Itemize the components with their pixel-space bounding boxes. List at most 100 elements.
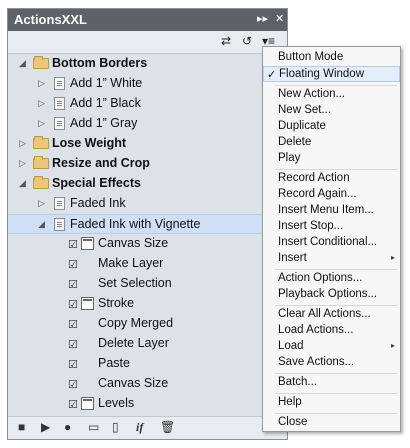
- collapse-icon[interactable]: ▸▸: [257, 12, 268, 25]
- menu-item-label: Floating Window: [279, 68, 365, 80]
- step-label: Canvas Size: [98, 376, 169, 390]
- step-row[interactable]: ☑ Stroke: [8, 294, 287, 314]
- menu-item-load-actions[interactable]: Load Actions...: [263, 323, 400, 339]
- panel-titlebar[interactable]: ActionsXXL ▸▸ ✕: [8, 9, 287, 31]
- expand-triangle-icon[interactable]: ◢: [19, 58, 26, 69]
- menu-item-label: Record Again...: [278, 188, 357, 200]
- reset-icon[interactable]: ↺: [242, 34, 252, 48]
- panel-bottombar: ■ ▶ ● ▭ ▯ if 🗑: [8, 416, 287, 439]
- step-row[interactable]: ☑ Canvas Size: [8, 374, 287, 394]
- action-row[interactable]: ▷ Faded Ink: [8, 194, 287, 214]
- step-row[interactable]: ☑ Make Layer: [8, 254, 287, 274]
- step-row[interactable]: ☑ Paste: [8, 354, 287, 374]
- set-row-bottom-borders[interactable]: ◢ Bottom Borders: [8, 54, 287, 74]
- set-label: Resize and Crop: [52, 156, 150, 170]
- menu-item-label: Save Actions...: [278, 356, 355, 368]
- menu-item-close[interactable]: Close: [263, 415, 400, 431]
- menu-item-duplicate[interactable]: Duplicate: [263, 119, 400, 135]
- menu-item-label: Insert Conditional...: [278, 236, 378, 248]
- submenu-arrow-icon: ▸: [390, 341, 395, 350]
- action-row[interactable]: ▷ Add 1” White: [8, 74, 287, 94]
- action-row-selected[interactable]: ◢ Faded Ink with Vignette: [8, 214, 287, 234]
- menu-item-save-actions[interactable]: Save Actions...: [263, 355, 400, 371]
- menu-item-batch[interactable]: Batch...: [263, 375, 400, 391]
- menu-item-insert-conditional[interactable]: Insert Conditional...: [263, 235, 400, 251]
- step-row[interactable]: ☑ Copy Merged: [8, 314, 287, 334]
- check-icon[interactable]: ☑: [68, 338, 78, 351]
- action-icon: [54, 197, 65, 210]
- trash-icon[interactable]: 🗑: [160, 420, 175, 434]
- new-set-icon[interactable]: ▭: [88, 420, 99, 434]
- step-label: Make Layer: [98, 256, 164, 270]
- set-row-lose-weight[interactable]: ▷ Lose Weight: [8, 134, 287, 154]
- menu-item-playback-options[interactable]: Playback Options...: [263, 287, 400, 303]
- menu-item-button-mode[interactable]: Button Mode: [263, 50, 400, 66]
- toggle-dialog-icon[interactable]: ⇄: [221, 34, 231, 48]
- step-row[interactable]: ☑ Set Selection: [8, 274, 287, 294]
- check-icon[interactable]: ☑: [68, 398, 78, 411]
- action-icon: [54, 77, 65, 90]
- menu-item-load[interactable]: Load ▸: [263, 339, 400, 355]
- menu-item-label: Play: [278, 152, 301, 164]
- menu-item-record-action[interactable]: Record Action: [263, 171, 400, 187]
- menu-item-insert-menu-item[interactable]: Insert Menu Item...: [263, 203, 400, 219]
- conditional-icon[interactable]: if: [136, 420, 143, 435]
- step-row[interactable]: ☑ Canvas Size: [8, 234, 287, 254]
- action-label: Faded Ink: [70, 196, 126, 210]
- menu-item-play[interactable]: Play: [263, 151, 400, 167]
- menu-item-label: Button Mode: [278, 51, 344, 63]
- dialog-toggle-icon[interactable]: [81, 237, 94, 250]
- stop-icon[interactable]: ■: [18, 420, 25, 434]
- menu-item-new-action[interactable]: New Action...: [263, 87, 400, 103]
- menu-item-floating-window[interactable]: ✓ Floating Window: [263, 66, 400, 82]
- dialog-toggle-icon[interactable]: [81, 297, 94, 310]
- checkmark-icon: ✓: [267, 69, 277, 81]
- menu-separator: [275, 373, 397, 374]
- menu-item-delete[interactable]: Delete: [263, 135, 400, 151]
- menu-item-clear-all-actions[interactable]: Clear All Actions...: [263, 307, 400, 323]
- step-label: Delete Layer: [98, 336, 169, 350]
- menu-item-record-again[interactable]: Record Again...: [263, 187, 400, 203]
- set-label: Special Effects: [52, 176, 141, 190]
- menu-item-new-set[interactable]: New Set...: [263, 103, 400, 119]
- check-icon[interactable]: ☑: [68, 278, 78, 291]
- menu-item-insert[interactable]: Insert ▸: [263, 251, 400, 267]
- folder-icon: [33, 136, 49, 149]
- close-icon[interactable]: ✕: [275, 12, 284, 25]
- collapsed-triangle-icon[interactable]: ▷: [19, 138, 26, 149]
- menu-item-insert-stop[interactable]: Insert Stop...: [263, 219, 400, 235]
- submenu-arrow-icon: ▸: [390, 253, 395, 262]
- set-row-special-effects[interactable]: ◢ Special Effects: [8, 174, 287, 194]
- collapsed-triangle-icon[interactable]: ▷: [38, 78, 45, 89]
- expand-triangle-icon[interactable]: ◢: [19, 178, 26, 189]
- check-icon[interactable]: ☑: [68, 358, 78, 371]
- set-row-resize-and-crop[interactable]: ▷ Resize and Crop: [8, 154, 287, 174]
- check-icon[interactable]: ☑: [68, 318, 78, 331]
- new-action-icon[interactable]: ▯: [112, 420, 119, 434]
- menu-item-label: Action Options...: [278, 272, 363, 284]
- menu-item-action-options[interactable]: Action Options...: [263, 271, 400, 287]
- check-icon[interactable]: ☑: [68, 258, 78, 271]
- step-row[interactable]: ☑ Levels: [8, 394, 287, 414]
- play-icon[interactable]: ▶: [41, 420, 50, 434]
- action-row[interactable]: ▷ Add 1” Black: [8, 94, 287, 114]
- collapsed-triangle-icon[interactable]: ▷: [19, 158, 26, 169]
- action-label: Add 1” Black: [70, 96, 141, 110]
- action-row[interactable]: ▷ Add 1” Gray: [8, 114, 287, 134]
- dialog-toggle-icon[interactable]: [81, 397, 94, 410]
- collapsed-triangle-icon[interactable]: ▷: [38, 198, 45, 209]
- expand-triangle-icon[interactable]: ◢: [38, 219, 45, 230]
- menu-item-help[interactable]: Help: [263, 395, 400, 411]
- menu-item-label: New Action...: [278, 88, 346, 100]
- action-icon: [54, 97, 65, 110]
- collapsed-triangle-icon[interactable]: ▷: [38, 118, 45, 129]
- check-icon[interactable]: ☑: [68, 238, 78, 251]
- check-icon[interactable]: ☑: [68, 298, 78, 311]
- record-icon[interactable]: ●: [64, 420, 71, 434]
- set-label: Lose Weight: [52, 136, 127, 150]
- step-row[interactable]: ☑ Delete Layer: [8, 334, 287, 354]
- menu-separator: [275, 269, 397, 270]
- check-icon[interactable]: ☑: [68, 378, 78, 391]
- collapsed-triangle-icon[interactable]: ▷: [38, 98, 45, 109]
- panel-flyout-menu: Button Mode ✓ Floating Window New Action.…: [262, 46, 401, 432]
